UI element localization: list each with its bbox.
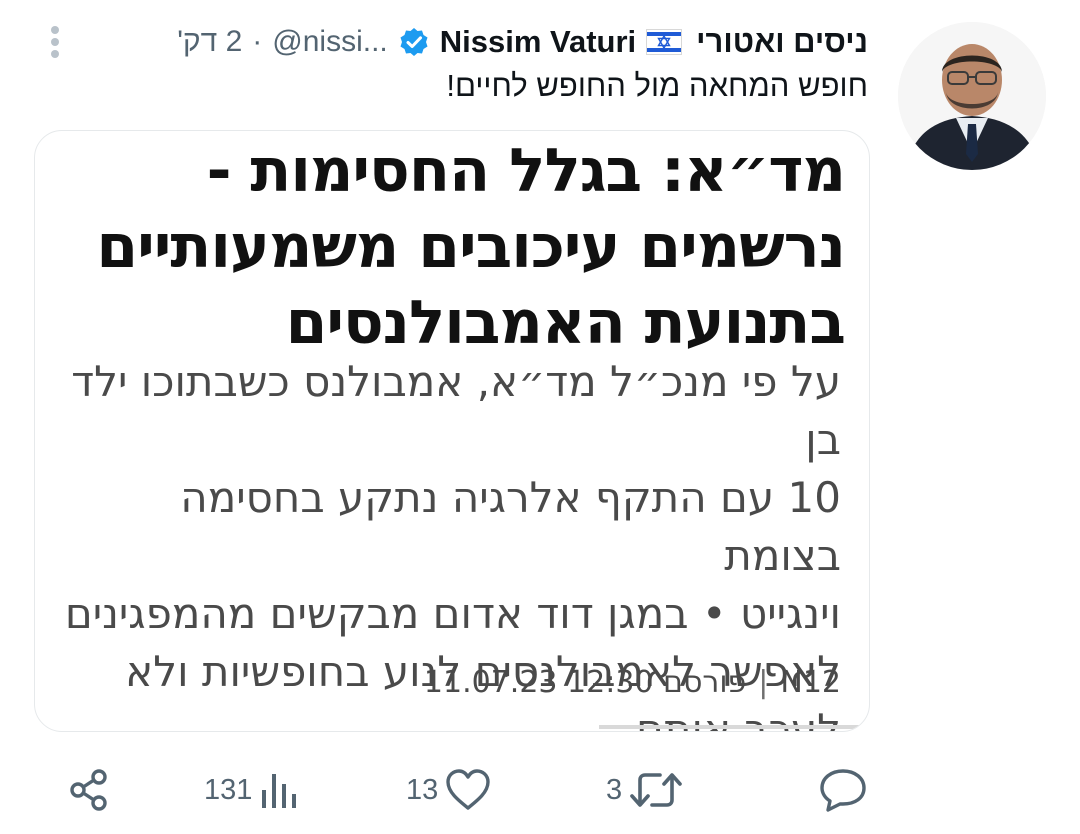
retweet-count: 3	[606, 773, 623, 806]
card-body-line: 10 עם התקף אלרגיה נתקע בחסימה בצומת	[180, 473, 841, 580]
card-headline-line: נרשמים עיכובים משמעותיים	[96, 212, 846, 282]
avatar[interactable]	[898, 22, 1046, 170]
views-count: 131	[204, 773, 253, 806]
heart-icon	[444, 768, 492, 812]
card-headline: מד״א: בגלל החסימות - נרשמים עיכובים משמע…	[65, 133, 846, 361]
card-published-label: פורסם	[663, 665, 747, 700]
meta-separator: ·	[252, 25, 263, 58]
card-headline-line: בתנועת האמבולנסים	[285, 288, 846, 358]
like-button[interactable]: 13	[406, 760, 492, 820]
card-body-line: על פי מנכ״ל מד״א, אמבולנס כשבתוכו ילד בן	[71, 357, 841, 464]
tweet-text: חופש המחאה מול החופש לחיים!	[446, 68, 868, 103]
tweet[interactable]: ניסים ואטורי Nissim Vaturi @nissi... · 2…	[0, 0, 1080, 834]
views-chart-icon	[258, 768, 298, 812]
verified-badge-icon[interactable]	[398, 26, 430, 58]
views-button[interactable]: 131	[204, 760, 298, 820]
media-card[interactable]: מד״א: בגלל החסימות - נרשמים עיכובים משמע…	[34, 130, 870, 732]
display-name[interactable]: ניסים ואטורי	[696, 24, 868, 60]
card-divider	[599, 725, 869, 729]
action-bar: 131 13 3	[0, 760, 1080, 820]
like-count: 13	[406, 773, 439, 806]
share-button[interactable]	[66, 760, 112, 820]
retweet-icon	[628, 768, 684, 812]
tweet-header: ניסים ואטורי Nissim Vaturi @nissi... · 2…	[177, 22, 868, 62]
more-options-icon[interactable]	[44, 22, 66, 62]
share-icon	[66, 767, 112, 813]
handle[interactable]: @nissi...	[272, 25, 387, 59]
reply-icon	[818, 767, 868, 813]
card-footer: N12 | פורסם 11.07.23 12:30	[424, 665, 841, 700]
retweet-button[interactable]: 3	[606, 760, 684, 820]
display-name-latin[interactable]: Nissim Vaturi	[440, 24, 636, 60]
card-body-line: וינגייט • במגן דוד אדום מבקשים מהמפגינים	[64, 589, 841, 638]
card-footer-separator: |	[758, 665, 769, 700]
card-source: N12	[780, 665, 841, 700]
card-headline-line: מד״א: בגלל החסימות -	[206, 136, 846, 206]
card-datetime: 11.07.23 12:30	[423, 665, 654, 700]
timestamp[interactable]: 2 דק'	[177, 25, 242, 59]
israel-flag-icon	[646, 29, 683, 55]
reply-button[interactable]	[818, 760, 868, 820]
